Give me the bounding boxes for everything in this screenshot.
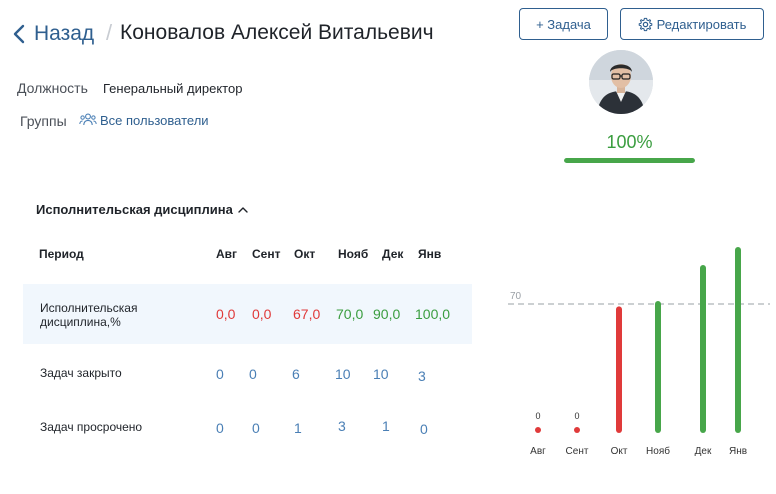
edit-button-label: Редактировать [656,16,747,32]
x-tick-label: Дек [695,446,712,457]
table-cell: 3 [338,418,346,434]
position-value: Генеральный директор [103,81,243,96]
completion-percent: 100% [606,132,653,152]
discipline-section-toggle[interactable]: Исполнительская дисциплина [36,202,249,217]
table-cell: 6 [292,366,300,382]
table-cell: 0,0 [216,306,236,322]
table-cell: 0,0 [252,306,272,322]
page-title: Коновалов Алексей Витальевич [120,21,434,44]
breadcrumb-separator: / [106,20,113,45]
gear-icon [638,17,653,32]
table-row-label: Исполнительская дисциплина,% [40,301,138,329]
threshold-label: 70 [510,291,522,302]
chevron-up-icon [237,205,249,215]
x-tick-label: Сент [566,446,589,457]
x-tick-label: Авг [530,446,546,457]
month-header: Дек [382,247,404,261]
data-label: 0 [574,411,579,421]
period-header: Период [39,247,84,261]
table-cell: 10 [335,366,351,382]
chevron-left-icon [12,20,30,48]
discipline-chart: 70 0 Авг 0 Сент Окт Нояб Дек Янв [508,247,770,457]
groups-link[interactable]: Все пользователи [79,112,209,128]
chart-point [574,427,580,433]
position-label: Должность [17,80,88,96]
table-cell: 3 [418,368,426,384]
avatar [589,50,653,114]
edit-button[interactable]: Редактировать [620,8,764,40]
groups-value: Все пользователи [100,112,209,128]
month-header: Авг [216,247,238,261]
table-cell: 0 [252,420,260,436]
back-link[interactable]: Назад [12,20,94,48]
table-row-label: Задач закрыто [40,366,122,380]
table-cell: 0 [249,366,257,382]
table-cell: 100,0 [415,306,451,322]
table-cell: 10 [373,366,389,382]
table-cell: 1 [294,420,302,436]
chart-point [535,427,541,433]
table-cell: 67,0 [293,306,321,322]
data-label: 0 [535,411,540,421]
table-cell: 0 [216,366,224,382]
x-tick-label: Окт [611,446,628,457]
month-header: Окт [294,247,316,261]
table-cell: 1 [382,418,390,434]
completion-progress-bar [564,158,695,163]
table-cell: 70,0 [336,306,364,322]
x-tick-label: Нояб [646,445,670,457]
month-header: Нояб [338,247,369,261]
completion-progress-fill [564,158,695,163]
month-header: Янв [418,247,442,261]
x-tick-label: Янв [729,446,747,457]
back-label: Назад [34,22,95,45]
groups-label: Группы [20,113,67,129]
table-cell: 90,0 [373,306,401,322]
add-task-button[interactable]: + Задача [519,8,608,40]
table-cell: 0 [420,421,428,437]
users-icon [79,112,97,128]
month-header: Сент [252,247,281,261]
discipline-section-title: Исполнительская дисциплина [36,202,233,217]
table-row-label: Задач просрочено [40,420,143,434]
table-cell: 0 [216,420,224,436]
